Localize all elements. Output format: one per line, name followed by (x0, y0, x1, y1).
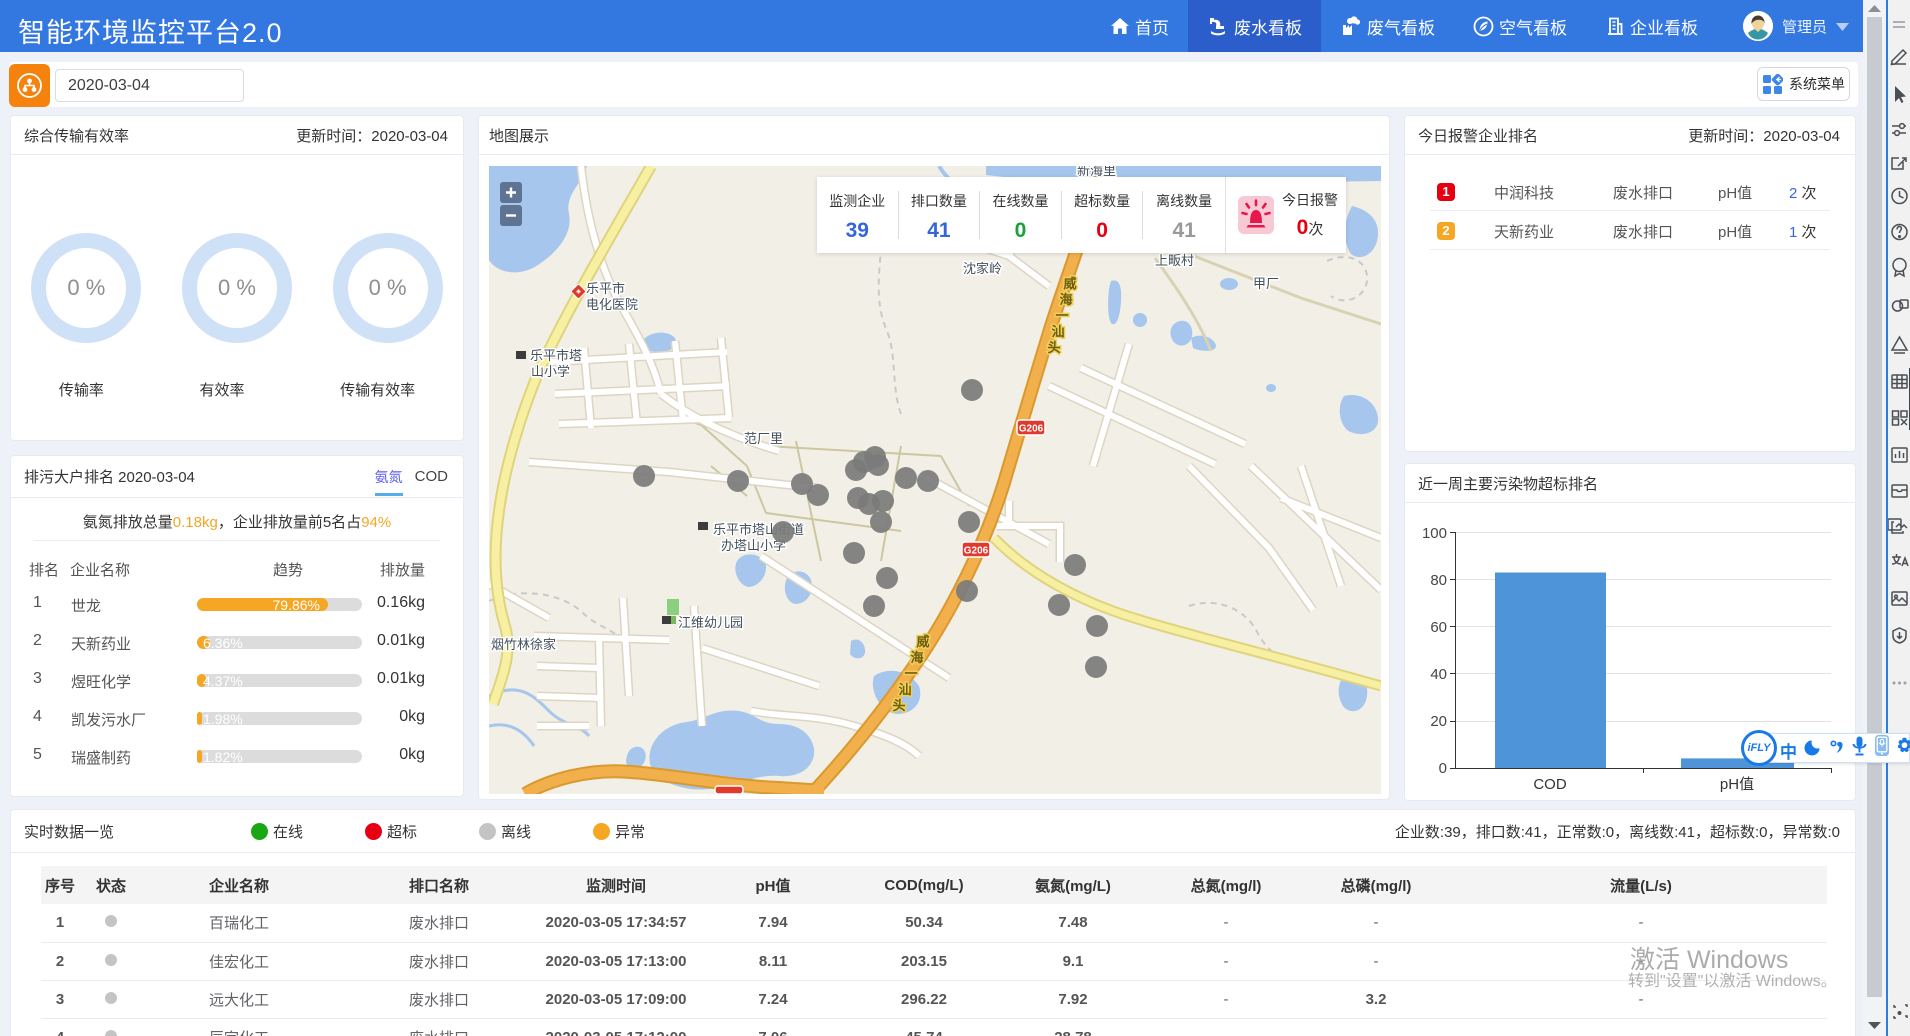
svg-text:100: 100 (1422, 525, 1447, 542)
svg-text:0: 0 (1439, 760, 1447, 777)
svg-text:20: 20 (1430, 713, 1447, 730)
svg-text:汕: 汕 (898, 682, 911, 697)
svg-text:电化医院: 电化医院 (586, 297, 638, 312)
svg-text:乐平市: 乐平市 (586, 281, 625, 296)
svg-text:海: 海 (1059, 292, 1072, 307)
svg-text:pH值: pH值 (1720, 776, 1754, 793)
svg-text:头: 头 (892, 698, 905, 713)
svg-text:一: 一 (904, 666, 917, 681)
svg-text:江维幼儿园: 江维幼儿园 (678, 615, 743, 630)
svg-text:80: 80 (1430, 572, 1447, 589)
svg-text:头: 头 (1047, 340, 1060, 355)
svg-text:范厂里: 范厂里 (744, 431, 783, 446)
svg-text:上畈村: 上畈村 (1155, 253, 1194, 268)
svg-text:汕: 汕 (1051, 324, 1064, 339)
svg-text:威: 威 (916, 634, 929, 649)
svg-text:沈家岭: 沈家岭 (963, 261, 1002, 276)
svg-text:60: 60 (1430, 619, 1447, 636)
svg-text:COD: COD (1533, 776, 1567, 793)
svg-text:G206: G206 (1019, 424, 1044, 435)
svg-text:威: 威 (1063, 276, 1076, 291)
svg-text:一: 一 (1055, 308, 1068, 323)
svg-text:甲厂: 甲厂 (1253, 276, 1279, 291)
svg-text:40: 40 (1430, 666, 1447, 683)
svg-text:乐平市塔: 乐平市塔 (530, 348, 582, 363)
svg-text:烟竹林徐家: 烟竹林徐家 (491, 637, 556, 652)
svg-text:海: 海 (910, 650, 923, 665)
svg-text:山小学: 山小学 (531, 364, 570, 379)
svg-text:G206: G206 (964, 546, 989, 557)
